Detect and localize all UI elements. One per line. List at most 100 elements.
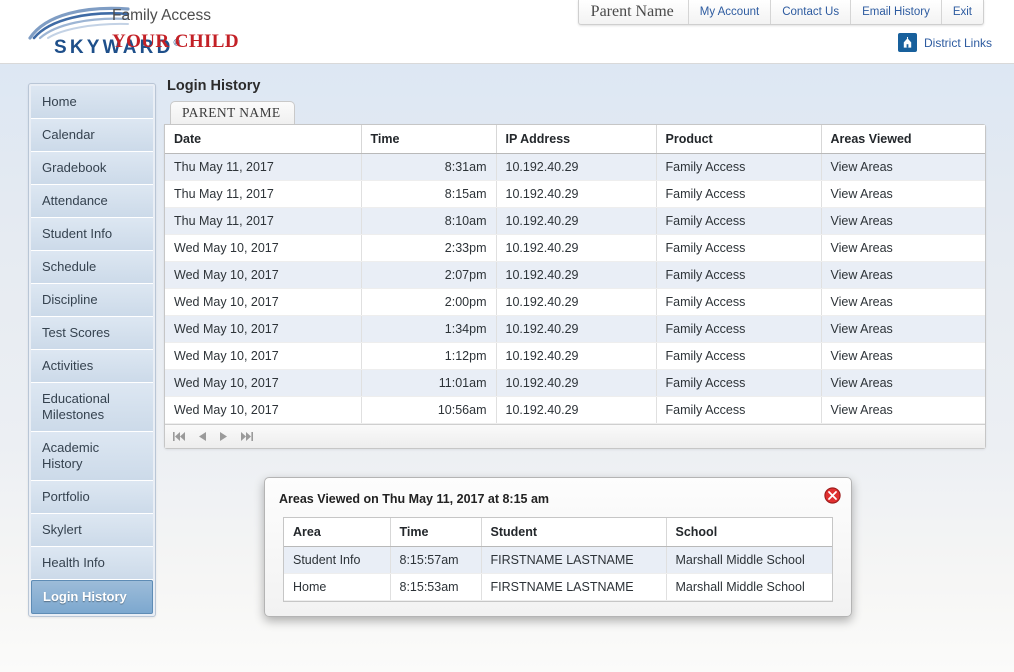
cell-time: 2:00pm: [361, 288, 497, 316]
column-header-area[interactable]: Area: [284, 518, 391, 547]
last-page-icon[interactable]: [240, 431, 253, 442]
table-row: Wed May 10, 2017 1:12pm 10.192.40.29 Fam…: [165, 342, 985, 370]
sidebar-item-health-info[interactable]: Health Info: [31, 547, 153, 580]
cell-date: Wed May 10, 2017: [165, 261, 362, 289]
sidebar-navigation: Home Calendar Gradebook Attendance Stude…: [28, 83, 156, 617]
cell-product: Family Access: [656, 396, 822, 424]
cell-area: Student Info: [284, 546, 391, 574]
tab-parent-name[interactable]: PARENT NAME: [170, 101, 295, 124]
product-title: Family Access: [112, 7, 212, 24]
table-row: Wed May 10, 2017 2:33pm 10.192.40.29 Fam…: [165, 234, 985, 262]
table-row: Wed May 10, 2017 2:00pm 10.192.40.29 Fam…: [165, 288, 985, 316]
cell-date: Wed May 10, 2017: [165, 342, 362, 370]
cell-date: Thu May 11, 2017: [165, 153, 362, 181]
column-header-time[interactable]: Time: [361, 125, 497, 154]
cell-ip: 10.192.40.29: [496, 153, 657, 181]
dialog-title: Areas Viewed on Thu May 11, 2017 at 8:15…: [279, 492, 550, 506]
sidebar-item-academic-history[interactable]: Academic History: [31, 432, 153, 481]
cell-time: 8:31am: [361, 153, 497, 181]
cell-product: Family Access: [656, 261, 822, 289]
view-areas-link[interactable]: View Areas: [821, 396, 985, 424]
cell-date: Wed May 10, 2017: [165, 315, 362, 343]
cell-student: FIRSTNAME LASTNAME: [481, 546, 667, 574]
view-areas-link[interactable]: View Areas: [821, 261, 985, 289]
user-name-display: Parent Name: [590, 3, 674, 20]
cell-date: Thu May 11, 2017: [165, 207, 362, 235]
cell-time: 8:10am: [361, 207, 497, 235]
table-row: Wed May 10, 2017 11:01am 10.192.40.29 Fa…: [165, 369, 985, 397]
main-content: Login History PARENT NAME Date Time IP A…: [164, 78, 986, 449]
view-areas-link[interactable]: View Areas: [821, 342, 985, 370]
page-title: Login History: [167, 78, 261, 94]
cell-ip: 10.192.40.29: [496, 288, 657, 316]
view-areas-link[interactable]: View Areas: [821, 180, 985, 208]
column-header-product[interactable]: Product: [656, 125, 822, 154]
district-links-label: District Links: [923, 35, 992, 50]
column-header-areas-viewed[interactable]: Areas Viewed: [821, 125, 985, 154]
sidebar-item-gradebook[interactable]: Gradebook: [31, 152, 153, 185]
table-header-row: Date Time IP Address Product Areas Viewe…: [165, 125, 985, 154]
cell-time: 1:12pm: [361, 342, 497, 370]
nav-my-account[interactable]: My Account: [687, 0, 770, 24]
district-links-button[interactable]: District Links: [897, 33, 992, 52]
sidebar-item-student-info[interactable]: Student Info: [31, 218, 153, 251]
cell-date: Thu May 11, 2017: [165, 180, 362, 208]
sidebar-item-home[interactable]: Home: [31, 86, 153, 119]
cell-time: 2:33pm: [361, 234, 497, 262]
login-history-table: Date Time IP Address Product Areas Viewe…: [165, 125, 985, 424]
district-subtitle: YOUR CHILD: [112, 31, 239, 52]
sidebar-item-skylert[interactable]: Skylert: [31, 514, 153, 547]
sidebar-item-test-scores[interactable]: Test Scores: [31, 317, 153, 350]
sidebar-item-activities[interactable]: Activities: [31, 350, 153, 383]
areas-viewed-table: Area Time Student School Student Info 8:…: [284, 518, 832, 601]
column-header-student[interactable]: Student: [481, 518, 667, 547]
table-row: Wed May 10, 2017 1:34pm 10.192.40.29 Fam…: [165, 315, 985, 343]
cell-time: 2:07pm: [361, 261, 497, 289]
sidebar-item-login-history[interactable]: Login History: [31, 580, 153, 614]
cell-ip: 10.192.40.29: [496, 207, 657, 235]
cell-ip: 10.192.40.29: [496, 342, 657, 370]
sidebar-item-schedule[interactable]: Schedule: [31, 251, 153, 284]
view-areas-link[interactable]: View Areas: [821, 207, 985, 235]
cell-time: 8:15:53am: [390, 573, 482, 601]
table-row: Wed May 10, 2017 10:56am 10.192.40.29 Fa…: [165, 396, 985, 424]
areas-viewed-dialog: Areas Viewed on Thu May 11, 2017 at 8:15…: [264, 477, 852, 617]
sidebar-item-portfolio[interactable]: Portfolio: [31, 481, 153, 514]
cell-date: Wed May 10, 2017: [165, 369, 362, 397]
next-page-icon[interactable]: [219, 431, 228, 442]
table-row: Thu May 11, 2017 8:31am 10.192.40.29 Fam…: [165, 153, 985, 181]
view-areas-link[interactable]: View Areas: [821, 315, 985, 343]
view-areas-link[interactable]: View Areas: [821, 288, 985, 316]
view-areas-link[interactable]: View Areas: [821, 234, 985, 262]
cell-ip: 10.192.40.29: [496, 369, 657, 397]
sidebar-item-educational-milestones[interactable]: Educational Milestones: [31, 383, 153, 432]
cell-product: Family Access: [656, 207, 822, 235]
cell-time: 8:15am: [361, 180, 497, 208]
nav-email-history[interactable]: Email History: [850, 0, 941, 24]
nav-exit[interactable]: Exit: [940, 0, 983, 24]
cell-student: FIRSTNAME LASTNAME: [481, 573, 667, 601]
previous-page-icon[interactable]: [198, 431, 207, 442]
column-header-date[interactable]: Date: [165, 125, 362, 154]
table-row: Thu May 11, 2017 8:10am 10.192.40.29 Fam…: [165, 207, 985, 235]
table-row: Home 8:15:53am FIRSTNAME LASTNAME Marsha…: [284, 573, 832, 601]
view-areas-link[interactable]: View Areas: [821, 153, 985, 181]
column-header-time[interactable]: Time: [390, 518, 482, 547]
modal-table-header-row: Area Time Student School: [284, 518, 832, 547]
nav-contact-us[interactable]: Contact Us: [770, 0, 850, 24]
sidebar-item-discipline[interactable]: Discipline: [31, 284, 153, 317]
first-page-icon[interactable]: [173, 431, 186, 442]
view-areas-link[interactable]: View Areas: [821, 369, 985, 397]
cell-ip: 10.192.40.29: [496, 261, 657, 289]
cell-product: Family Access: [656, 153, 822, 181]
sidebar-item-calendar[interactable]: Calendar: [31, 119, 153, 152]
areas-viewed-panel: Area Time Student School Student Info 8:…: [283, 517, 833, 602]
column-header-school[interactable]: School: [666, 518, 832, 547]
sidebar-item-attendance[interactable]: Attendance: [31, 185, 153, 218]
cell-product: Family Access: [656, 342, 822, 370]
cell-date: Wed May 10, 2017: [165, 396, 362, 424]
close-icon[interactable]: [824, 487, 841, 504]
cell-product: Family Access: [656, 180, 822, 208]
column-header-ip-address[interactable]: IP Address: [496, 125, 657, 154]
top-navigation: Parent Name My Account Contact Us Email …: [577, 0, 984, 25]
